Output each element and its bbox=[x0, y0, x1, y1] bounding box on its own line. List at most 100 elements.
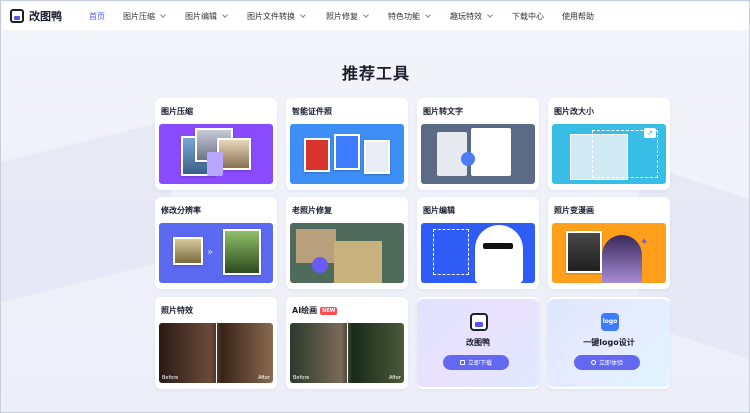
expand-icon: ↗ bbox=[644, 128, 656, 138]
card-title-text: AI绘画 bbox=[292, 306, 318, 315]
card-thumbnail: Before After bbox=[159, 323, 273, 383]
card-title: 图片压缩 bbox=[161, 107, 193, 116]
card-title: 照片变漫画 bbox=[554, 206, 594, 215]
nav-item-home[interactable]: 首页 bbox=[89, 11, 105, 22]
promo-card-app: 改图鸭 立即下载 bbox=[417, 297, 539, 389]
photo-image bbox=[364, 140, 390, 174]
logo-design-icon: logo bbox=[601, 313, 619, 331]
card-thumbnail bbox=[421, 124, 535, 184]
card-title: 图片转文字 bbox=[423, 107, 463, 116]
before-label: Before bbox=[162, 375, 179, 381]
nav-item-compress[interactable]: 图片压缩 bbox=[123, 11, 166, 22]
tool-card-resize[interactable]: 图片改大小 ↗ bbox=[548, 98, 670, 190]
nav-item-repair[interactable]: 照片修复 bbox=[326, 11, 369, 22]
tool-card-cartoon[interactable]: 照片变漫画 ✦ bbox=[548, 197, 670, 289]
photo-image bbox=[566, 231, 602, 273]
promo-card-logo: logo 一键logo设计 立即体验 bbox=[548, 297, 670, 389]
before-label: Before bbox=[293, 375, 310, 381]
try-now-button[interactable]: 立即体验 bbox=[574, 355, 640, 370]
card-thumbnail: ✦ bbox=[552, 223, 666, 283]
compare-divider bbox=[347, 323, 348, 383]
promo-name: 一键logo设计 bbox=[583, 338, 635, 347]
nav-item-convert[interactable]: 图片文件转换 bbox=[247, 11, 306, 22]
tool-card-ocr[interactable]: 图片转文字 bbox=[417, 98, 539, 190]
logo-icon bbox=[10, 9, 24, 23]
photo-image bbox=[173, 237, 203, 265]
tool-card-id-photo[interactable]: 智能证件照 bbox=[286, 98, 408, 190]
tool-card-image-edit[interactable]: 图片编辑 bbox=[417, 197, 539, 289]
promo-app: 改图鸭 立即下载 bbox=[417, 299, 539, 387]
tool-card-photo-effects[interactable]: 照片特效 Before After bbox=[155, 297, 277, 389]
promo-name: 改图鸭 bbox=[466, 338, 490, 347]
nav-label: 照片修复 bbox=[326, 12, 358, 21]
nav-item-features[interactable]: 特色功能 bbox=[388, 11, 431, 22]
chevron-down-icon bbox=[160, 12, 166, 18]
after-label: After bbox=[388, 375, 401, 381]
card-title: 照片特效 bbox=[161, 306, 193, 315]
cartoon-image bbox=[602, 235, 642, 283]
photo-image bbox=[223, 229, 261, 275]
download-icon bbox=[459, 360, 465, 365]
photo-image bbox=[334, 134, 360, 170]
background-shape bbox=[1, 119, 171, 303]
nav-label: 图片压缩 bbox=[123, 12, 155, 21]
app-window: 改图鸭 首页 图片压缩 图片编辑 图片文件转换 照片修复 特色功能 趣玩特效 下… bbox=[0, 0, 750, 413]
nav-item-download-center[interactable]: 下载中心 bbox=[512, 11, 544, 22]
card-title: 图片改大小 bbox=[554, 107, 594, 116]
nav-label: 趣玩特效 bbox=[450, 12, 482, 21]
zip-file-icon bbox=[207, 152, 223, 176]
download-button[interactable]: 立即下载 bbox=[443, 355, 509, 370]
button-label: 立即体验 bbox=[598, 360, 623, 367]
nav-label: 图片文件转换 bbox=[247, 12, 295, 21]
tool-card-resolution[interactable]: 修改分辨率 » bbox=[155, 197, 277, 289]
photo-image bbox=[334, 241, 382, 283]
card-title: 老照片修复 bbox=[292, 206, 332, 215]
card-thumbnail: ↗ bbox=[552, 124, 666, 184]
card-thumbnail bbox=[421, 223, 535, 283]
selection-frame bbox=[433, 229, 469, 275]
nav-label: 下载中心 bbox=[512, 12, 544, 21]
new-badge: NEW bbox=[320, 306, 338, 315]
compare-divider bbox=[216, 323, 217, 383]
repair-icon bbox=[312, 257, 328, 273]
card-title: AI绘画 NEW bbox=[292, 305, 338, 316]
chevron-down-icon bbox=[425, 12, 431, 18]
tool-card-ai-drawing[interactable]: AI绘画 NEW Before After bbox=[286, 297, 408, 389]
logo-text: 改图鸭 bbox=[29, 10, 62, 23]
top-nav: 改图鸭 bbox=[2, 2, 749, 30]
after-label: After bbox=[257, 375, 270, 381]
nav-label: 使用帮助 bbox=[562, 12, 594, 21]
card-thumbnail: » bbox=[159, 223, 273, 283]
card-title: 图片编辑 bbox=[423, 206, 455, 215]
tool-card-old-photo[interactable]: 老照片修复 bbox=[286, 197, 408, 289]
promo-logo-design: logo 一键logo设计 立即体验 bbox=[548, 299, 670, 387]
photo-image bbox=[304, 138, 330, 172]
logo[interactable]: 改图鸭 bbox=[10, 8, 84, 24]
nav-item-edit[interactable]: 图片编辑 bbox=[185, 11, 228, 22]
tool-card-compress[interactable]: 图片压缩 bbox=[155, 98, 277, 190]
arrow-icon: » bbox=[207, 247, 214, 258]
nav-label: 首页 bbox=[89, 12, 105, 21]
logo-mark bbox=[475, 322, 483, 327]
card-thumbnail bbox=[290, 223, 404, 283]
chevron-down-icon bbox=[487, 12, 493, 18]
nav-item-help[interactable]: 使用帮助 bbox=[562, 11, 594, 22]
pen-icon bbox=[590, 360, 596, 365]
button-label: 立即下载 bbox=[467, 360, 492, 367]
card-thumbnail: Before After bbox=[290, 323, 404, 383]
card-title: 修改分辨率 bbox=[161, 206, 201, 215]
card-title: 智能证件照 bbox=[292, 107, 332, 116]
nav-item-effects[interactable]: 趣玩特效 bbox=[450, 11, 493, 22]
card-thumbnail bbox=[159, 124, 273, 184]
page-title: 推荐工具 bbox=[341, 64, 410, 83]
nav-label: 特色功能 bbox=[388, 12, 420, 21]
card-thumbnail bbox=[290, 124, 404, 184]
chevron-down-icon bbox=[222, 12, 228, 18]
arrow-icon bbox=[461, 152, 475, 166]
text-document-icon bbox=[471, 128, 511, 176]
chevron-down-icon bbox=[300, 12, 306, 18]
photo-image bbox=[475, 225, 523, 283]
sunglasses-image bbox=[483, 243, 513, 249]
app-logo-icon bbox=[470, 313, 488, 331]
chevron-down-icon bbox=[363, 12, 369, 18]
